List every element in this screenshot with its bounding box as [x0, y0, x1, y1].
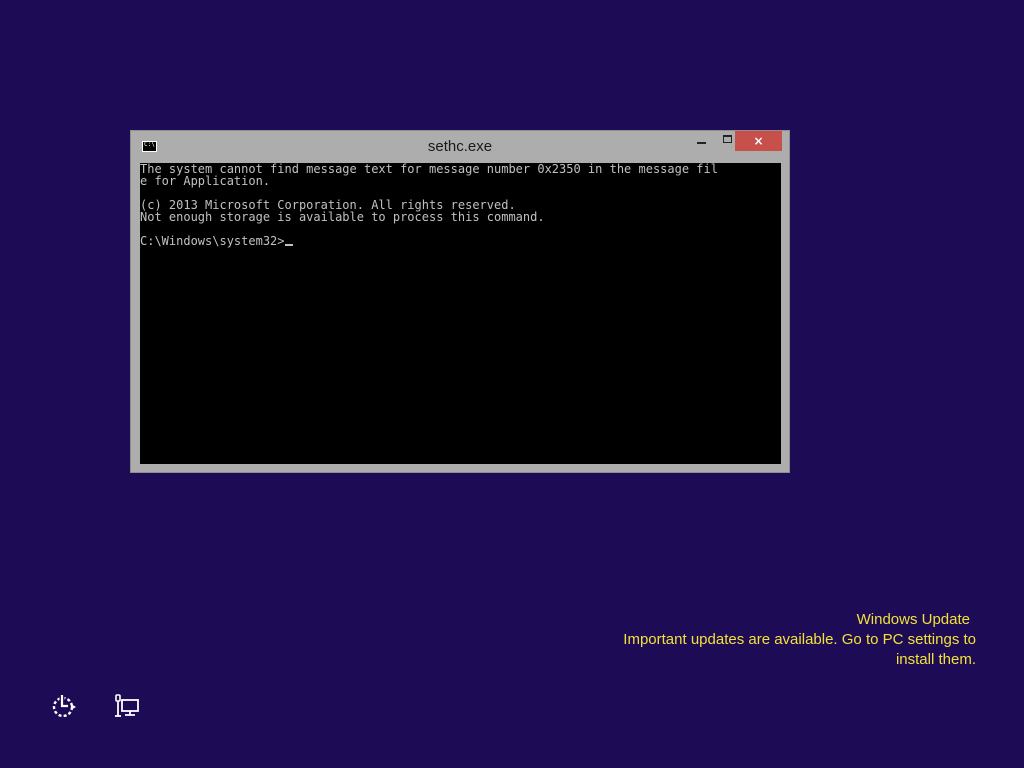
windows-update-notification[interactable]: Windows Update Important updates are ava… [576, 610, 976, 670]
console-line: Not enough storage is available to proce… [140, 210, 545, 224]
ease-of-access-button[interactable] [49, 691, 79, 721]
close-icon: × [753, 134, 764, 148]
title-bar[interactable]: C:\ sethc.exe × [131, 131, 789, 163]
minimize-button[interactable] [688, 131, 717, 151]
console-output: The system cannot find message text for … [140, 163, 718, 223]
console-line: e for Application. [140, 174, 271, 188]
minimize-icon [697, 142, 706, 144]
notification-message-line: Important updates are available. Go to P… [623, 631, 976, 648]
ease-of-access-icon [52, 694, 76, 718]
command-prompt-line[interactable]: C:\Windows\system32> [140, 235, 293, 247]
prompt-path: C:\Windows\system32> [140, 234, 285, 248]
console-window[interactable]: C:\ sethc.exe × The system cannot find m… [130, 130, 790, 473]
close-button[interactable]: × [735, 131, 782, 151]
maximize-icon [723, 135, 732, 143]
network-button[interactable] [113, 692, 143, 722]
notification-title: Windows Update [856, 611, 970, 628]
network-icon [115, 694, 139, 717]
console-output-area[interactable]: The system cannot find message text for … [140, 163, 781, 464]
text-cursor [284, 244, 293, 246]
notification-message-line: install them. [895, 651, 976, 668]
